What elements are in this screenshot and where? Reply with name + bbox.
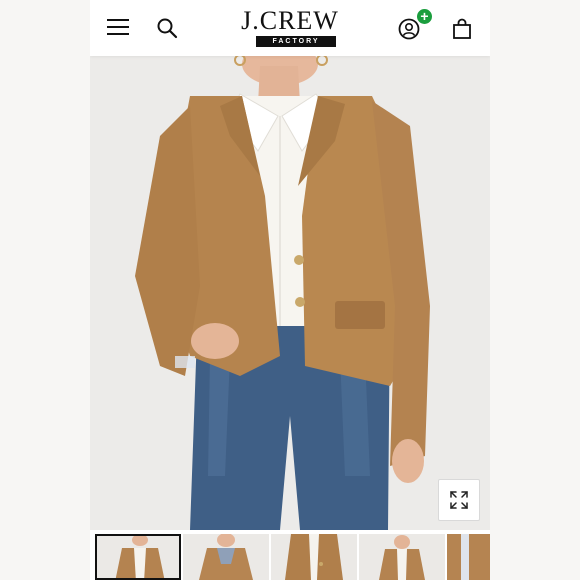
- thumbnail-2[interactable]: [183, 534, 269, 580]
- site-header: J.CREW FACTORY +: [90, 0, 490, 56]
- logo-wordmark: J.CREW: [241, 6, 339, 35]
- blazer-button: [295, 297, 305, 307]
- brand-logo[interactable]: J.CREW FACTORY: [234, 8, 346, 50]
- blazer-button: [294, 255, 304, 265]
- product-image[interactable]: [90, 56, 490, 530]
- product-photo: [90, 56, 490, 530]
- thumbnail-1[interactable]: [95, 534, 181, 580]
- logo-subtitle: FACTORY: [256, 36, 336, 47]
- account-icon[interactable]: [398, 18, 420, 40]
- shopping-bag-icon[interactable]: [452, 18, 472, 40]
- thumbnail-3[interactable]: [271, 534, 357, 580]
- account-plus-badge: +: [417, 9, 432, 24]
- thumbnail-4[interactable]: [359, 534, 445, 580]
- thumbnail-strip: [90, 534, 490, 580]
- thumbnail-5[interactable]: [447, 534, 490, 580]
- hamburger-menu-icon[interactable]: [107, 19, 129, 36]
- search-icon[interactable]: [156, 17, 178, 39]
- hand: [191, 323, 239, 359]
- expand-image-button[interactable]: [438, 479, 480, 521]
- product-page: J.CREW FACTORY +: [90, 0, 490, 580]
- expand-icon: [450, 491, 468, 509]
